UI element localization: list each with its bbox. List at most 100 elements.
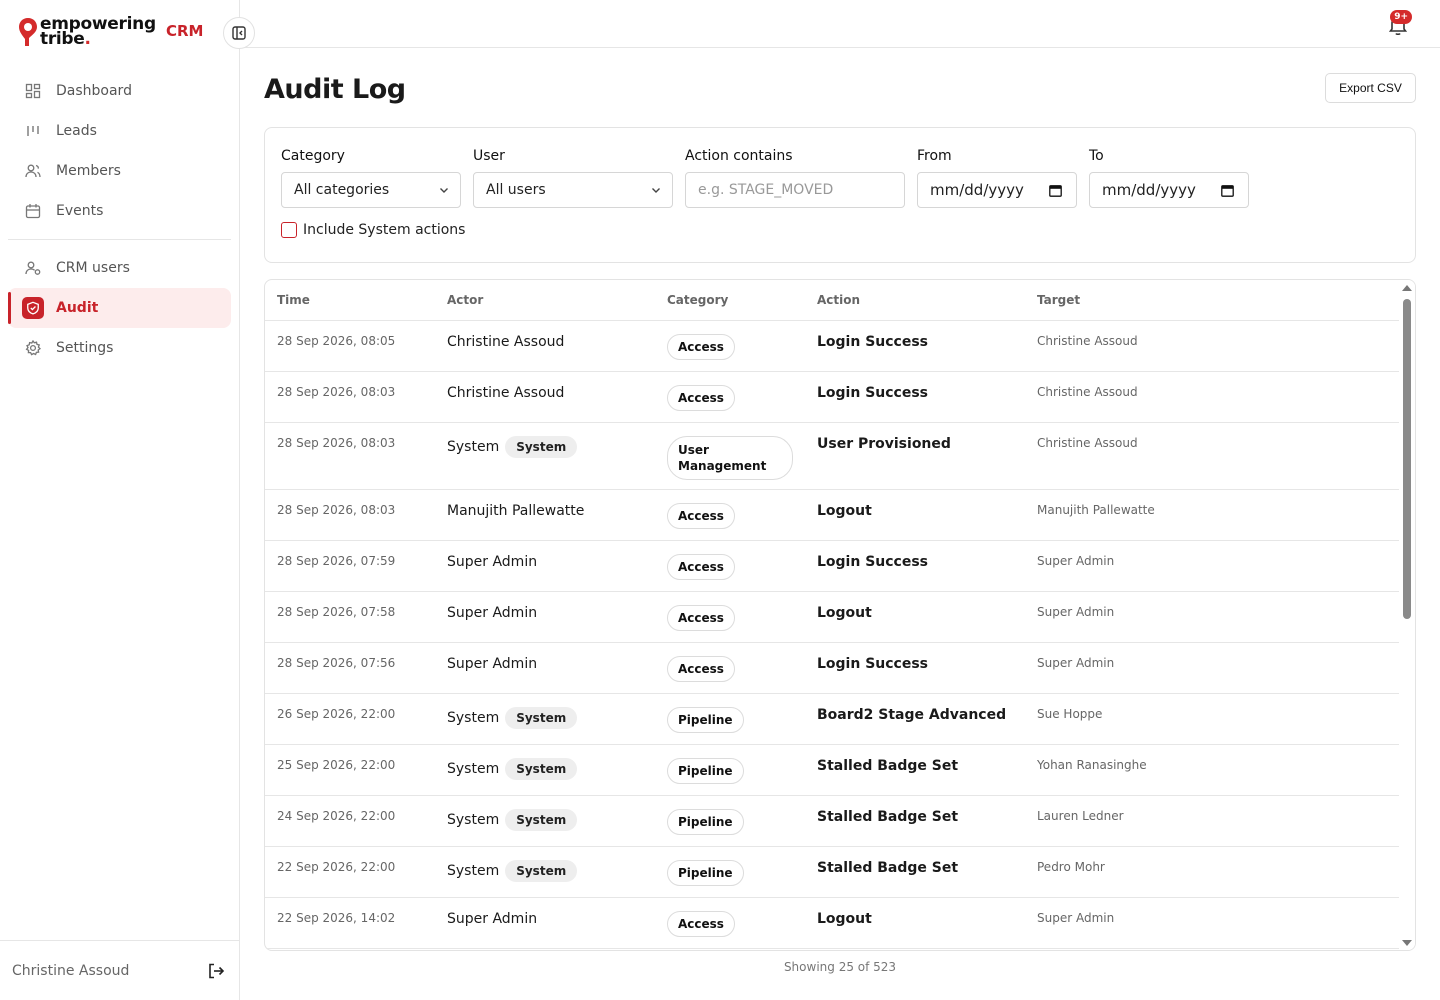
include-system-toggle[interactable]: Include System actions [281,222,465,238]
sidebar-item-events[interactable]: Events [8,191,231,231]
row-actor: Christine Assoud [447,385,564,401]
export-csv-button[interactable]: Export CSV [1325,73,1416,103]
column-header-action[interactable]: Action [817,293,860,307]
logout-icon[interactable] [207,962,225,980]
members-icon [24,162,42,180]
row-target: Christine Assoud [1037,436,1138,450]
row-target: Pedro Mohr [1037,860,1105,874]
from-date-input[interactable]: mm/dd/yyyy [917,172,1077,208]
actor-name: System [447,761,500,777]
scroll-up-arrow-icon[interactable] [1402,285,1412,291]
brand-logo[interactable]: empowering tribe. [18,14,156,50]
row-actor: System System [447,809,578,831]
row-actor: Super Admin [447,605,537,621]
sidebar-item-label: Settings [56,340,114,356]
row-target: Super Admin [1037,656,1115,670]
actor-name: Super Admin [447,554,538,570]
sidebar-item-label: Events [56,203,104,219]
table-row[interactable]: 28 Sep 2026, 08:03 System System User Manag… [265,423,1401,490]
from-label: From [917,148,952,164]
row-action: Stalled Badge Set [817,758,959,774]
chevron-down-icon [440,188,448,193]
table-row[interactable]: 28 Sep 2026, 08:05 Christine Assoud Access… [265,321,1401,372]
column-header-actor[interactable]: Actor [447,293,483,307]
column-header-target[interactable]: Target [1037,293,1080,307]
action-contains-input[interactable] [698,182,904,198]
row-target: Manujith Pallewatte [1037,503,1155,517]
column-header-time[interactable]: Time [277,293,310,307]
actor-name: System [447,863,500,879]
scroll-down-arrow-icon[interactable] [1402,940,1412,946]
actor-name: Christine Assoud [447,385,565,401]
actor-name: Super Admin [447,605,538,621]
category-badge: Access [667,605,735,631]
row-category: Pipeline [667,707,744,733]
sidebar-item-label: Members [56,163,121,179]
sidebar: empowering tribe. CRM Dashboard Leads Me… [0,0,240,1000]
category-select-value: All categories [294,182,390,198]
row-action: Stalled Badge Set [817,809,959,825]
page-title: Audit Log [264,74,406,105]
sidebar-item-dashboard[interactable]: Dashboard [8,71,231,111]
sidebar-item-label: CRM users [56,260,130,276]
logo-text: empowering tribe. [40,16,156,49]
sidebar-item-label: Leads [56,123,97,139]
row-target: Christine Assoud [1037,385,1138,399]
row-action: Stalled Badge Set [817,860,959,876]
table-row[interactable]: 26 Sep 2026, 22:00 System System Pipeline Bo… [265,694,1401,745]
table-row[interactable]: 22 Sep 2026, 22:00 System System Pipeline St… [265,847,1401,898]
category-badge: Pipeline [667,809,744,835]
sidebar-item-settings[interactable]: Settings [8,328,231,368]
row-time: 24 Sep 2026, 22:00 [277,809,396,823]
row-action: Login Success [817,385,929,401]
table-row[interactable]: 25 Sep 2026, 22:00 System System Pipeline St… [265,745,1401,796]
row-target: Super Admin [1037,605,1115,619]
row-category: Pipeline [667,758,744,784]
sidebar-item-leads[interactable]: Leads [8,111,231,151]
action-contains-label: Action contains [685,148,793,164]
row-actor: System System [447,707,578,729]
sidebar-item-audit[interactable]: Audit [8,288,231,328]
row-category: Access [667,605,735,631]
table-row[interactable]: 28 Sep 2026, 08:03 Christine Assoud Access… [265,372,1401,423]
table-row[interactable]: 28 Sep 2026, 07:58 Super Admin Access Logou… [265,592,1401,643]
sidebar-item-members[interactable]: Members [8,151,231,191]
sidebar-item-label: Dashboard [56,83,132,99]
category-select[interactable]: All categories [281,172,461,208]
calendar-icon[interactable] [1221,184,1234,197]
row-action: User Provisioned [817,436,951,452]
category-badge: Access [667,911,735,937]
user-select[interactable]: All users [473,172,673,208]
row-category: Pipeline [667,860,744,886]
table-scrollbar[interactable] [1399,280,1415,950]
actor-name: Super Admin [447,656,538,672]
table-row[interactable]: 22 Sep 2026, 14:02 Super Admin Access Logou… [265,898,1401,949]
table-body: 28 Sep 2026, 08:05 Christine Assoud Access… [265,321,1401,949]
current-user-name: Christine Assoud [12,962,130,979]
table-row[interactable]: 24 Sep 2026, 22:00 System System Pipeline St… [265,796,1401,847]
sidebar-item-crm-users[interactable]: CRM users [8,248,231,288]
collapse-sidebar-button[interactable] [223,17,255,49]
table-row[interactable]: 28 Sep 2026, 08:03 Manujith Pallewatte Acc… [265,490,1401,541]
calendar-icon[interactable] [1049,184,1062,197]
logo-line2: tribe [40,29,85,49]
top-bar: 9+ [240,0,1440,48]
dashboard-icon [24,82,42,100]
category-badge: Pipeline [667,707,744,733]
row-actor: Super Admin [447,656,537,672]
actor-name: System [447,812,500,828]
sidebar-toggle-icon [232,26,246,40]
actor-name: Manujith Pallewatte [447,503,585,519]
to-date-input[interactable]: mm/dd/yyyy [1089,172,1249,208]
column-header-category[interactable]: Category [667,293,728,307]
scrollbar-thumb[interactable] [1403,299,1411,619]
row-time: 22 Sep 2026, 14:02 [277,911,396,925]
table-row[interactable]: 28 Sep 2026, 07:56 Super Admin Access Login… [265,643,1401,694]
sidebar-footer: Christine Assoud [0,940,239,1000]
row-category: Access [667,554,735,580]
table-row[interactable]: 28 Sep 2026, 07:59 Super Admin Access Login… [265,541,1401,592]
user-select-value: All users [486,182,546,198]
to-label: To [1089,148,1104,164]
include-system-checkbox[interactable] [281,222,297,238]
row-time: 28 Sep 2026, 07:56 [277,656,396,670]
